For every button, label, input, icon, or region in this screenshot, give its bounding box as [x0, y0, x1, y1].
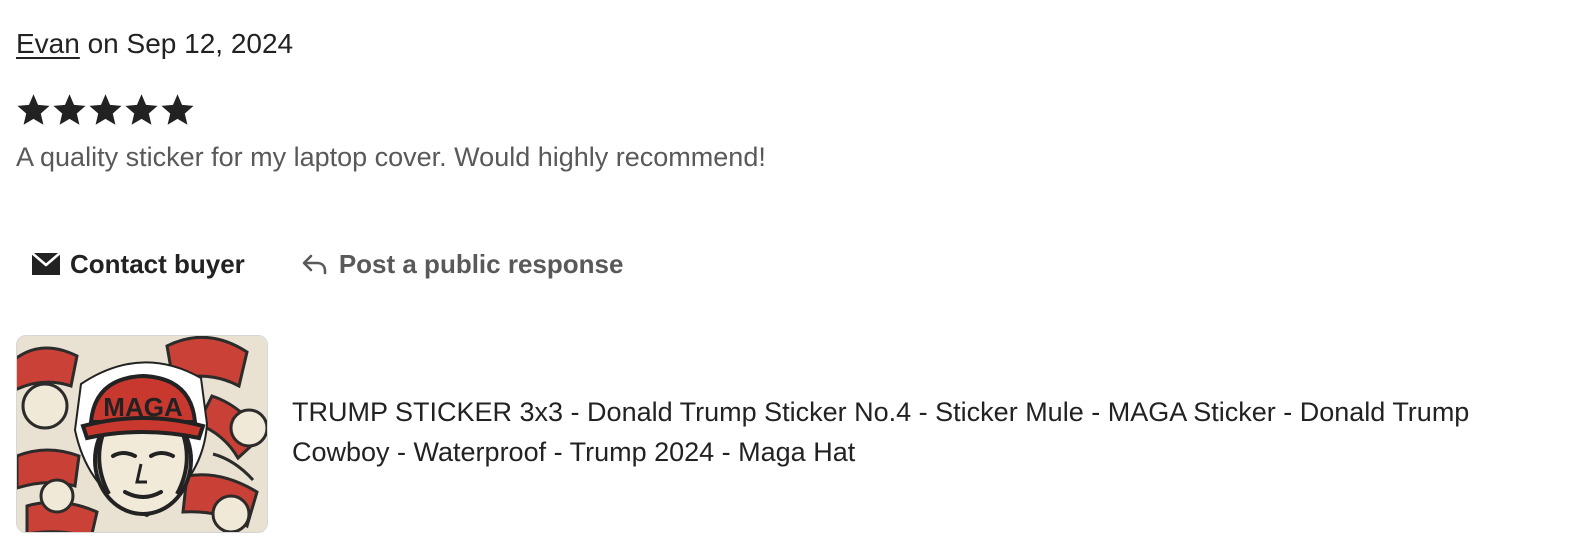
review-text: A quality sticker for my laptop cover. W…: [16, 142, 766, 172]
post-public-response-label: Post a public response: [338, 248, 624, 279]
review-card: Evan on Sep 12, 2024 A quality sticker f…: [16, 0, 1576, 560]
contact-buyer-button[interactable]: Contact buyer: [16, 240, 259, 288]
star-icon: [17, 94, 50, 125]
sticker-image: MAGA: [17, 336, 267, 532]
envelope-icon: [30, 250, 62, 278]
contact-buyer-label: Contact buyer: [70, 248, 245, 279]
post-public-response-button[interactable]: Post a public response: [285, 240, 638, 288]
star-icon: [125, 94, 158, 125]
listing-preview[interactable]: MAGA TRUMP STICKER 3x3 - Donald Trump St…: [16, 335, 1562, 533]
review-date: on Sep 12, 2024: [79, 28, 294, 59]
listing-title[interactable]: TRUMP STICKER 3x3 - Donald Trump Sticker…: [292, 392, 1562, 472]
reply-arrow-icon: [299, 250, 331, 278]
star-rating: [16, 92, 195, 132]
review-actions: Contact buyer Post a public response: [16, 240, 637, 288]
review-byline: Evan on Sep 12, 2024: [16, 26, 293, 62]
reviewer-name-link[interactable]: Evan: [16, 28, 80, 59]
star-icon: [53, 94, 86, 125]
listing-thumbnail[interactable]: MAGA: [16, 335, 268, 533]
star-icon: [89, 94, 122, 125]
sticker-hat-text: MAGA: [103, 392, 183, 422]
star-icon: [161, 94, 194, 125]
